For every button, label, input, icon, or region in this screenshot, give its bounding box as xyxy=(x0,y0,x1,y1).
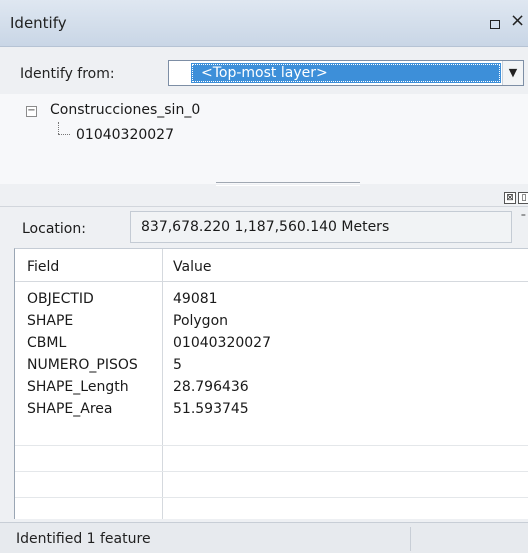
title-bar: Identify × xyxy=(0,0,528,47)
chevron-down-icon[interactable]: ▼ xyxy=(502,61,523,85)
status-bar: Identified 1 feature xyxy=(0,522,528,553)
identify-from-select[interactable]: <Top-most layer> ▼ xyxy=(168,60,524,86)
status-text: Identified 1 feature xyxy=(16,531,151,547)
cell-value: 5 xyxy=(173,357,182,373)
tree-layer-node[interactable]: Construcciones_sin_0 xyxy=(50,102,200,118)
cell-field: SHAPE_Length xyxy=(27,379,129,395)
results-tree: − Construcciones_sin_0 01040320027 xyxy=(0,94,528,184)
table-row[interactable]: OBJECTID 49081 xyxy=(15,287,528,309)
row-divider xyxy=(15,497,528,498)
cell-value: 49081 xyxy=(173,291,218,307)
row-divider xyxy=(15,471,528,472)
cell-value: 01040320027 xyxy=(173,335,271,351)
table-row[interactable]: SHAPE_Area 51.593745 xyxy=(15,397,528,419)
tree-connector xyxy=(58,122,59,134)
tree-feature-node[interactable]: 01040320027 xyxy=(76,127,174,143)
table-header: Field Value xyxy=(15,249,528,282)
layout-icon[interactable]: ▯ xyxy=(518,192,528,204)
panel-splitter[interactable] xyxy=(216,182,360,186)
table-row[interactable]: SHAPE Polygon xyxy=(15,309,528,331)
identify-from-label: Identify from: xyxy=(20,66,115,82)
close-icon[interactable]: × xyxy=(510,12,525,30)
window-title: Identify xyxy=(10,14,67,32)
location-label: Location: xyxy=(22,221,86,237)
cell-value: 51.593745 xyxy=(173,401,249,417)
table-row[interactable]: SHAPE_Length 28.796436 xyxy=(15,375,528,397)
tree-connector xyxy=(58,134,70,135)
header-value[interactable]: Value xyxy=(173,259,211,275)
cell-value: Polygon xyxy=(173,313,229,329)
attribute-table: Field Value OBJECTID 49081 SHAPE Polygon… xyxy=(14,248,528,519)
cell-field: CBML xyxy=(27,335,67,351)
expand-icon[interactable]: ⊠ xyxy=(504,192,516,204)
table-row[interactable]: CBML 01040320027 xyxy=(15,331,528,353)
identify-from-selected: <Top-most layer> xyxy=(191,63,501,83)
options-icon[interactable]: ⁼ xyxy=(521,212,526,223)
cell-field: NUMERO_PISOS xyxy=(27,357,138,373)
row-divider xyxy=(15,445,528,446)
cell-field: OBJECTID xyxy=(27,291,94,307)
cell-value: 28.796436 xyxy=(173,379,249,395)
maximize-icon[interactable] xyxy=(490,20,500,29)
cell-field: SHAPE xyxy=(27,313,74,329)
location-bar: Location: 837,678.220 1,187,560.140 Mete… xyxy=(0,206,528,249)
status-separator xyxy=(410,527,411,551)
location-value: 837,678.220 1,187,560.140 Meters xyxy=(130,211,512,243)
cell-field: SHAPE_Area xyxy=(27,401,113,417)
collapse-icon[interactable]: − xyxy=(26,106,37,117)
table-row[interactable]: NUMERO_PISOS 5 xyxy=(15,353,528,375)
header-field[interactable]: Field xyxy=(27,259,59,275)
